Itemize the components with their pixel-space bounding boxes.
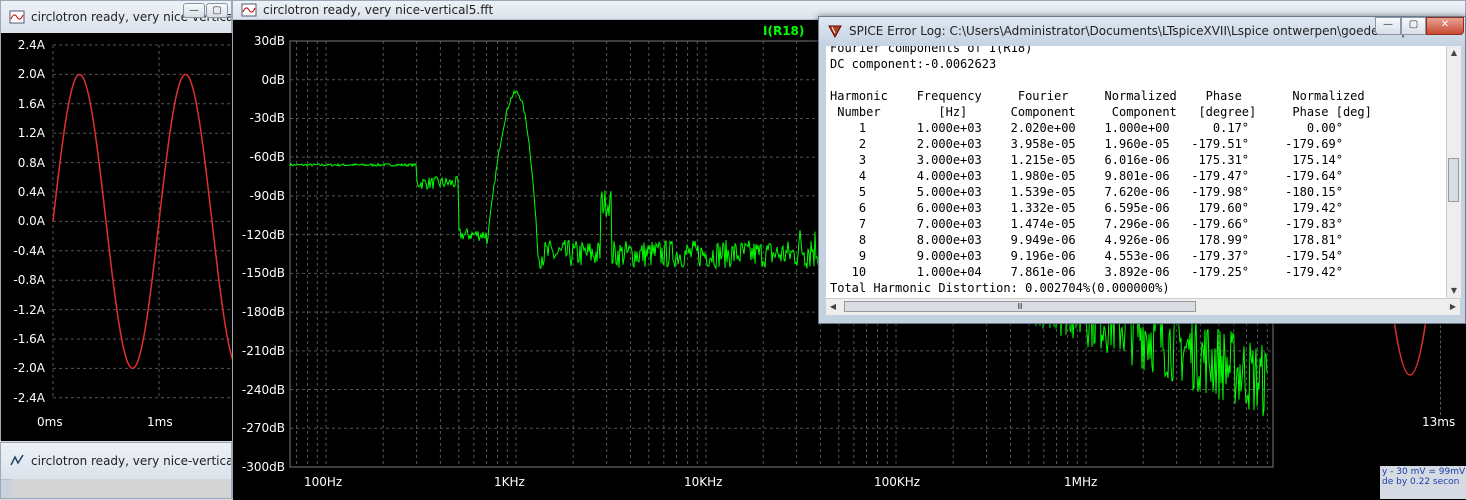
fft-trace-label[interactable]: I(R18) [763, 24, 804, 38]
error-log-titlebar[interactable]: SPICE Error Log: C:\Users\Administrator\… [819, 17, 1465, 45]
right-status-area: y - 30 mV = 99mV de by 0.22 secon [1380, 466, 1466, 499]
fft-y-tick-label: -150dB [241, 266, 285, 281]
error-log-text-area[interactable]: Fourier components of I(R18) DC componen… [826, 46, 1449, 298]
spice-error-log-window[interactable]: SPICE Error Log: C:\Users\Administrator\… [818, 16, 1466, 324]
error-log-title: SPICE Error Log: C:\Users\Administrator\… [849, 24, 1409, 38]
left-x-tick-1: 1ms [147, 415, 173, 429]
fft-y-tick-label: -60dB [249, 150, 285, 165]
fft-y-tick-label: -90dB [249, 188, 285, 203]
error-log-horizontal-scrollbar[interactable]: ◀ Ⅲ ▶ [826, 298, 1460, 315]
waveform-icon [9, 9, 25, 25]
fft-y-tick-label: 30dB [253, 34, 285, 48]
close-button[interactable]: ✕ [1426, 17, 1464, 35]
scrollbar-thumb-horizontal[interactable]: Ⅲ [844, 301, 1196, 312]
fft-y-tick-label: -270dB [241, 421, 285, 436]
fft-y-tick-label: -240dB [241, 382, 285, 397]
maximize-button[interactable]: ▢ [1401, 17, 1426, 35]
fft-y-tick-label: -210dB [241, 343, 285, 358]
fft-x-tick-label: 100KHz [874, 475, 921, 489]
fft-y-tick-label: -120dB [241, 227, 285, 242]
spice-icon [827, 23, 843, 39]
fft-y-tick-label: -180dB [241, 305, 285, 320]
right-status-text: y - 30 mV = 99mV [1382, 467, 1466, 477]
fft-x-tick-label: 100Hz [304, 475, 343, 489]
error-log-text: Fourier components of I(R18) DC componen… [830, 46, 1372, 295]
left-window-maximize-button[interactable]: ▢ [206, 3, 228, 18]
left-waveform-chart [52, 44, 233, 399]
scroll-down-arrow-icon[interactable]: ▼ [1447, 284, 1461, 298]
right-x-tick: 13ms [1422, 415, 1456, 429]
error-log-vertical-scrollbar[interactable]: ▲ ▼ [1446, 46, 1461, 298]
scroll-left-arrow-icon[interactable]: ◀ [826, 299, 840, 315]
bottom-left-content [11, 479, 231, 498]
fft-y-tick-label: -300dB [241, 460, 285, 474]
fft-x-tick-label: 10KHz [684, 475, 723, 489]
waveform-window-left[interactable]: circlotron ready, very nice-vertical5.ra… [0, 0, 233, 441]
fft-window-title: circlotron ready, very nice-vertical5.ff… [263, 3, 494, 17]
fft-y-tick-label: -30dB [249, 111, 285, 126]
scroll-right-arrow-icon[interactable]: ▶ [1446, 299, 1460, 315]
fft-x-tick-label: 1KHz [494, 475, 525, 489]
left-x-tick-0: 0ms [37, 415, 63, 429]
scrollbar-thumb-vertical[interactable] [1448, 158, 1459, 202]
fft-x-tick-label: 1MHz [1064, 475, 1098, 489]
left-plot-area[interactable]: 2.4A 2.0A 1.6A 1.2A 0.8A 0.4A 0.0A -0.4A -0.8A -1… [1, 33, 233, 441]
right-status-text-2: de by 0.22 secon [1382, 477, 1460, 487]
waveform-window-right[interactable]: 13ms y - 30 mV = 99mV de by 0.22 secon [1380, 320, 1466, 499]
right-grid-line [1440, 320, 1441, 415]
minimize-button[interactable]: — [1375, 17, 1401, 35]
schematic-icon [9, 453, 25, 469]
left-window-minimize-button[interactable]: — [183, 3, 205, 18]
waveform-icon [241, 2, 257, 18]
bottom-left-titlebar[interactable]: circlotron ready, very nice-vertical5.a [1, 443, 231, 480]
waveform-window-bottom-left[interactable]: circlotron ready, very nice-vertical5.a [0, 442, 232, 499]
bottom-left-window-title: circlotron ready, very nice-vertical5.a [31, 454, 231, 468]
fft-y-tick-label: 0dB [261, 72, 285, 87]
scroll-up-arrow-icon[interactable]: ▲ [1447, 46, 1461, 60]
